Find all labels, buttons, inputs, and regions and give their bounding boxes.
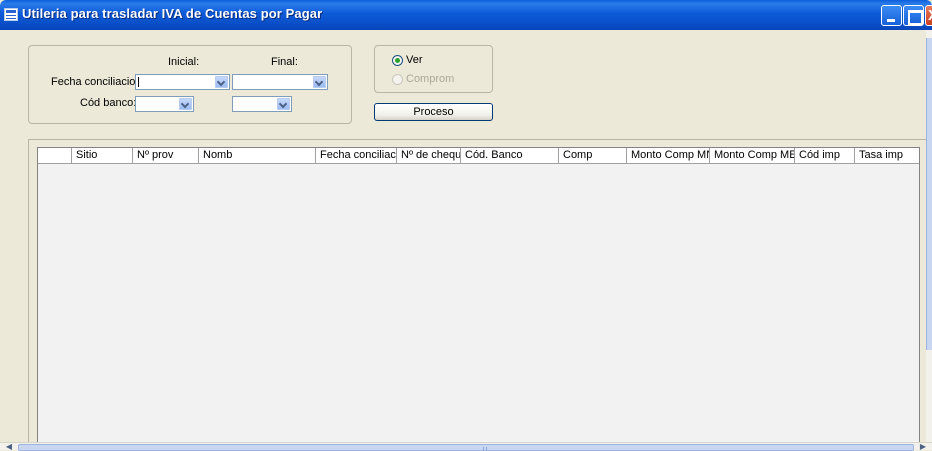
grid-header: Sitio Nº prov Nomb Fecha conciliacion Nº… — [38, 148, 919, 164]
column-header-tasa-imp[interactable]: Tasa imp — [854, 148, 919, 163]
horizontal-scrollbar[interactable]: ◀ ▶ — [0, 442, 932, 451]
column-header-comp[interactable]: Comp — [558, 148, 626, 163]
banco-inicial-combo[interactable] — [135, 96, 194, 112]
text-cursor — [138, 77, 139, 87]
data-grid[interactable]: Sitio Nº prov Nomb Fecha conciliacion Nº… — [37, 147, 920, 450]
column-header-ncheque[interactable]: Nº de cheque — [396, 148, 460, 163]
fecha-final-combo[interactable] — [232, 74, 328, 90]
title-bar[interactable]: Utileria para trasladar IVA de Cuentas p… — [0, 0, 932, 30]
scroll-grip-icon — [483, 447, 487, 451]
column-header-monto-me[interactable]: Monto Comp ME — [709, 148, 794, 163]
vertical-scroll-thumb[interactable] — [926, 38, 932, 350]
fecha-inicial-combo[interactable] — [135, 74, 230, 90]
close-icon: X — [928, 7, 932, 25]
comprom-label: Comprom — [406, 73, 455, 85]
cod-banco-label: Cód banco: — [80, 97, 137, 109]
ver-label[interactable]: Ver — [406, 54, 423, 66]
column-header-fecha-conciliacion[interactable]: Fecha conciliacion — [315, 148, 396, 163]
comprom-radio[interactable] — [392, 74, 403, 85]
column-header-nomb[interactable]: Nomb — [198, 148, 315, 163]
final-column-label: Final: — [271, 56, 298, 68]
column-header-monto-mn[interactable]: Monto Comp MN — [626, 148, 709, 163]
column-header-cod-imp[interactable]: Cód imp — [794, 148, 854, 163]
close-button[interactable]: X — [925, 5, 932, 26]
inicial-column-label: Inicial: — [168, 56, 200, 68]
window-form-icon[interactable] — [4, 8, 18, 21]
maximize-button[interactable] — [903, 5, 924, 26]
view-mode-group — [374, 45, 493, 93]
chevron-down-icon[interactable] — [179, 98, 192, 110]
banco-final-combo[interactable] — [232, 96, 292, 112]
chevron-down-icon[interactable] — [215, 76, 228, 88]
proceso-button[interactable]: Proceso — [374, 103, 493, 121]
vertical-scrollbar[interactable] — [926, 30, 932, 450]
chevron-down-icon[interactable] — [313, 76, 326, 88]
minimize-button[interactable] — [881, 5, 902, 26]
column-header-cod-banco[interactable]: Cód. Banco — [460, 148, 558, 163]
form-client-area: Inicial: Final: Fecha conciliacion: Cód … — [0, 30, 932, 450]
chevron-down-icon[interactable] — [277, 98, 290, 110]
column-header-nprov[interactable]: Nº prov — [132, 148, 198, 163]
window-title: Utileria para trasladar IVA de Cuentas p… — [22, 6, 323, 21]
ver-radio[interactable] — [392, 55, 403, 66]
column-header-sitio[interactable]: Sitio — [71, 148, 132, 163]
fecha-conciliacion-label: Fecha conciliacion: — [51, 76, 145, 88]
column-header-selector[interactable] — [38, 148, 71, 163]
